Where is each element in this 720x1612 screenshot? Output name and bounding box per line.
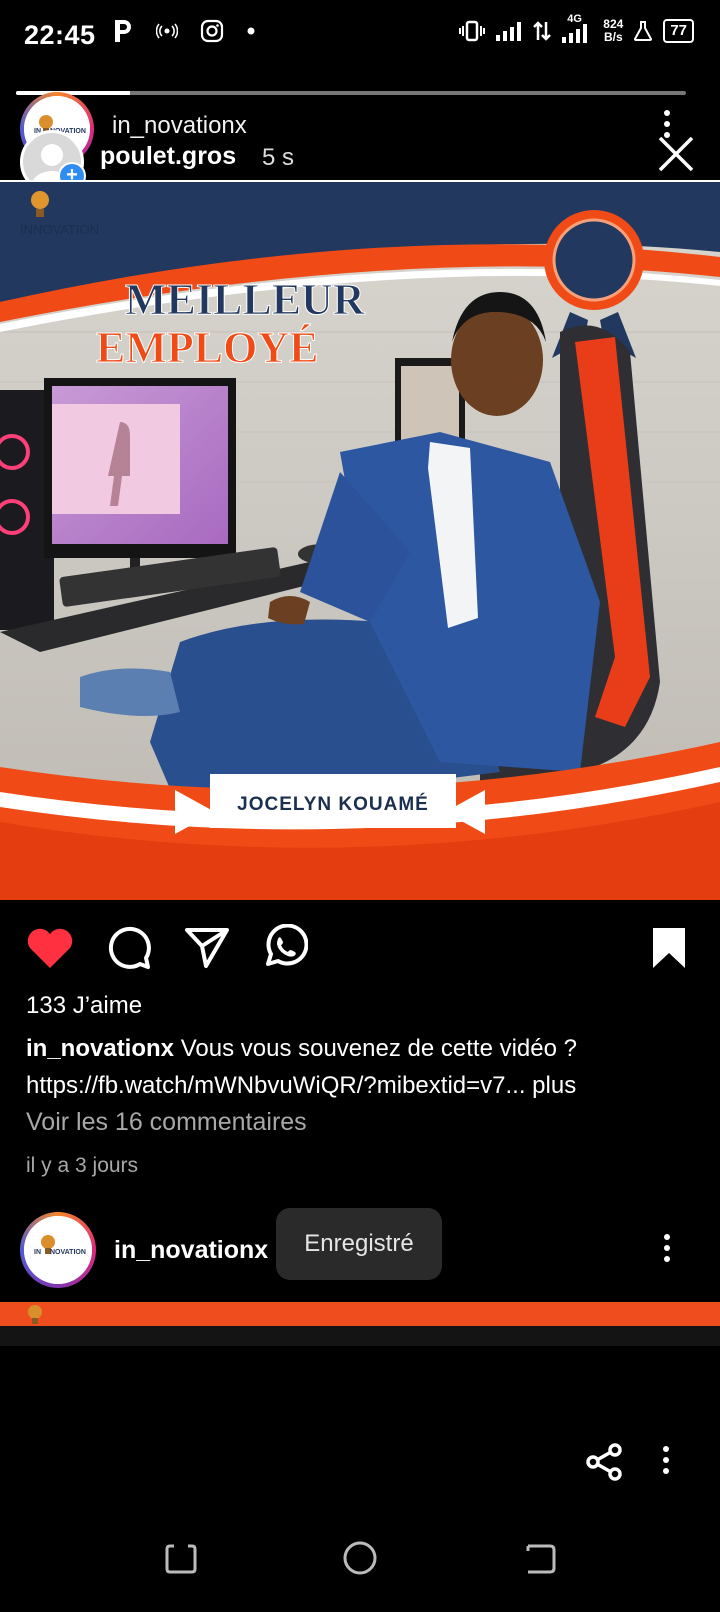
- vibrate-icon: [459, 20, 486, 42]
- story-progress-bar: [16, 91, 686, 95]
- close-icon[interactable]: [656, 134, 696, 174]
- status-time: 22:45: [24, 20, 96, 50]
- post-date: il y a 3 jours: [26, 1154, 139, 1177]
- svg-text:NOVATION: NOVATION: [50, 1249, 86, 1256]
- image-headline-2: EMPLOYÉ: [96, 323, 318, 372]
- caption-username[interactable]: in_novationx: [26, 1035, 174, 1062]
- story-progress-fill: [16, 91, 130, 95]
- system-nav-bar: [0, 1520, 720, 1612]
- data-transfer-icon: [533, 21, 552, 41]
- post-caption: in_novationx Vous vous souvenez de cette…: [26, 1030, 706, 1104]
- instagram-icon: [200, 19, 224, 43]
- next-post-avatar[interactable]: IN NOVATION: [20, 1212, 96, 1288]
- p-app-icon: [115, 20, 131, 42]
- recent-apps-icon[interactable]: [164, 1542, 198, 1576]
- net-speed-unit: B/s: [603, 30, 623, 44]
- caption-text: Vous vous souvenez de cette vidéo ?: [180, 1035, 577, 1062]
- image-name-banner: JOCELYN KOUAMÉ: [237, 793, 429, 815]
- saved-toast: Enregistré: [276, 1208, 442, 1280]
- comment-icon[interactable]: [106, 924, 152, 970]
- caption-more-link[interactable]: plus: [532, 1072, 576, 1099]
- bookmark-icon[interactable]: [650, 926, 688, 970]
- notification-icons: [112, 18, 256, 44]
- status-right: 4G 824 B/s 77: [459, 13, 694, 44]
- story-elapsed-time: 5 s: [262, 144, 295, 171]
- image-headline-1: MEILLEUR: [125, 275, 366, 324]
- next-post-image-preview[interactable]: [0, 1302, 720, 1326]
- flask-icon: [634, 21, 653, 41]
- image-brand-text: INNOVATION: [20, 222, 99, 237]
- whatsapp-icon[interactable]: [262, 924, 308, 970]
- home-icon[interactable]: [342, 1540, 378, 1576]
- logo-icon: [28, 1305, 42, 1324]
- next-post-account-name[interactable]: in_novationx: [114, 1236, 268, 1265]
- heart-icon[interactable]: [26, 926, 74, 970]
- story-viewer-name[interactable]: poulet.gros: [100, 142, 236, 171]
- story-account-name[interactable]: in_novationx: [112, 112, 247, 140]
- more-options-icon[interactable]: [663, 1446, 669, 1474]
- back-icon[interactable]: [524, 1542, 558, 1576]
- post-action-row: [0, 922, 720, 978]
- post-image[interactable]: INNOVATION MEILLEUR EMPLOYÉ JOCELYN KOUA…: [0, 182, 720, 900]
- next-post-more-icon[interactable]: [664, 1234, 670, 1262]
- like-count[interactable]: 133 J’aime: [26, 992, 142, 1020]
- signal-1-icon: [496, 22, 522, 41]
- share-icon[interactable]: [584, 1442, 624, 1482]
- send-icon[interactable]: [184, 926, 230, 970]
- hotspot-icon: [156, 23, 178, 39]
- caption-link[interactable]: https://fb.watch/mWNbvuWiQR/?mibextid=v7…: [26, 1072, 526, 1099]
- next-post-image-dark: [0, 1326, 720, 1346]
- network-speed: 824 B/s: [603, 18, 623, 44]
- view-comments-link[interactable]: Voir les 16 commentaires: [26, 1108, 307, 1137]
- battery-indicator: 77: [663, 19, 694, 43]
- svg-text:IN: IN: [34, 1249, 41, 1256]
- dot-icon: [247, 27, 255, 35]
- signal-2-icon: 4G: [561, 13, 593, 43]
